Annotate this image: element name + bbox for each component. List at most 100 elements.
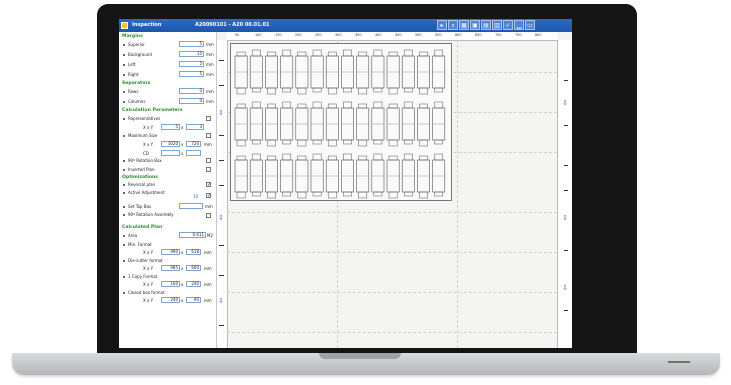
die-cut-box — [310, 49, 324, 93]
ruler-label: 350 — [355, 33, 362, 37]
bullet — [123, 54, 125, 56]
rotation-assembly-checkbox[interactable] — [206, 213, 211, 218]
xy-label: X x Y — [143, 250, 154, 255]
arrow-down-icon[interactable]: ⇩ — [562, 285, 568, 292]
calc-params-heading: Calculation Parameters — [122, 108, 183, 113]
ruler-label: 100 — [255, 33, 262, 37]
toolbar: ▸ ⌕ ▦ ▣ ▤ ▥ ✓ ▁ ▭ — [437, 20, 535, 31]
zoom-icon[interactable]: ⌕ — [448, 20, 458, 30]
die-y-value: 600 — [186, 265, 201, 271]
ruler-mark — [219, 60, 224, 61]
optimizations-heading: Optimizations — [122, 175, 159, 180]
ruler-label: 750 — [515, 33, 522, 37]
rep-x-input[interactable]: 5 — [161, 124, 180, 130]
unit-label: mm — [204, 250, 212, 255]
times-label: x — [181, 266, 184, 271]
copy-x-value: 160 — [161, 281, 180, 287]
arrow-down-icon[interactable]: ⇩ — [562, 100, 568, 107]
area-label: Area — [128, 233, 138, 238]
copy-y-value: 240 — [186, 281, 201, 287]
representatives-checkbox[interactable] — [206, 116, 211, 121]
ruler-mark — [564, 310, 568, 311]
times-label: x — [181, 142, 184, 147]
rows-input[interactable]: 0 — [179, 88, 204, 94]
rep-y-input[interactable]: 3 — [186, 124, 204, 130]
separators-heading: Separators — [122, 81, 151, 86]
minimize-icon[interactable]: ▁ — [514, 20, 524, 30]
set-top-box-input[interactable] — [179, 203, 203, 209]
bullet — [123, 235, 125, 237]
laptop-slot — [668, 361, 690, 363]
cd-x-input[interactable] — [161, 150, 180, 156]
cd-y-input[interactable] — [186, 150, 201, 156]
die-cut-box — [249, 49, 263, 93]
active-adjustment-label: Active Adjustment — [128, 190, 165, 195]
export-icon[interactable]: ▥ — [492, 20, 502, 30]
layout-canvas[interactable]: 50 100 150 200 250 300 350 400 450 500 550 600 650 70… — [217, 32, 572, 348]
window-title: Inspection — [132, 22, 162, 28]
ruler-label: 200 — [295, 33, 302, 37]
guide-line — [457, 40, 458, 348]
die-cut-box — [417, 103, 430, 147]
max-y-input[interactable]: 720 — [186, 141, 201, 147]
inverted-plan-checkbox[interactable] — [206, 167, 211, 172]
app-icon — [121, 22, 128, 29]
die-cut-box — [356, 155, 370, 199]
columns-input[interactable]: 0 — [179, 98, 204, 104]
parameters-panel: Margins Superior 5 mm Background 15 mm L… — [119, 32, 217, 348]
arrow-down-icon[interactable]: ⇩ — [562, 215, 568, 222]
max-x-input[interactable]: 1020 — [161, 141, 180, 147]
xy-label: X x Y — [143, 125, 154, 130]
min-x-value: 990 — [161, 249, 180, 255]
die-cut-box — [249, 153, 263, 197]
die-cut-box — [325, 155, 339, 199]
arrow-down-icon[interactable]: ⇩ — [218, 215, 224, 222]
min-y-value: 618 — [186, 249, 201, 255]
bullet — [123, 44, 125, 46]
guide-line — [227, 252, 557, 253]
ruler-mark — [219, 135, 224, 136]
xy-label: X x Y — [143, 266, 154, 271]
die-cut-box — [341, 153, 354, 197]
area-value: 0.611 — [179, 232, 206, 238]
reversal-plan-checkbox[interactable]: ✓ — [206, 182, 211, 188]
layout-icon[interactable]: ▣ — [470, 20, 480, 30]
nesting-sheet[interactable] — [230, 43, 452, 201]
die-cut-box — [371, 101, 385, 145]
calculated-plan-heading: Calculated Plan — [122, 225, 163, 230]
rotation-box-checkbox[interactable] — [206, 158, 211, 163]
right-ruler: ⇩ ⇩ ⇩ — [557, 40, 572, 348]
maximum-size-checkbox[interactable] — [206, 133, 211, 138]
times-label: x — [181, 282, 184, 287]
ruler-label: 500 — [415, 33, 422, 37]
arrow-down-icon[interactable]: ⇩ — [218, 298, 224, 305]
check-icon[interactable]: ✓ — [503, 20, 513, 30]
ruler-label: 250 — [315, 33, 322, 37]
closed-box-label: Closed box format — [128, 290, 165, 295]
die-cut-box — [234, 51, 248, 95]
bullet — [123, 101, 125, 103]
unit-label: mm — [204, 266, 212, 271]
active-adjustment-checkbox[interactable]: ✓ — [206, 193, 211, 199]
laptop-notch — [319, 353, 401, 359]
background-input[interactable]: 15 — [179, 51, 204, 57]
die-cut-box — [371, 49, 385, 93]
ruler-label: 700 — [495, 33, 502, 37]
superior-input[interactable]: 5 — [179, 41, 204, 47]
cursor-icon[interactable]: ▸ — [437, 20, 447, 30]
guide-line — [227, 292, 557, 293]
window-icon[interactable]: ▭ — [525, 20, 535, 30]
bullet — [123, 91, 125, 93]
laptop-base — [12, 353, 720, 375]
print-icon[interactable]: ▤ — [481, 20, 491, 30]
closed-x-value: 240 — [161, 297, 180, 303]
right-label: Right — [128, 72, 139, 77]
ruler-label: 50 — [235, 33, 240, 37]
die-cut-box — [356, 103, 370, 147]
left-input[interactable]: 5 — [179, 61, 204, 67]
arrow-down-icon[interactable]: ⇩ — [218, 110, 224, 117]
bullet — [123, 160, 125, 162]
grid-icon[interactable]: ▦ — [459, 20, 469, 30]
right-input[interactable]: 5 — [179, 71, 204, 77]
die-cut-box — [432, 101, 446, 145]
